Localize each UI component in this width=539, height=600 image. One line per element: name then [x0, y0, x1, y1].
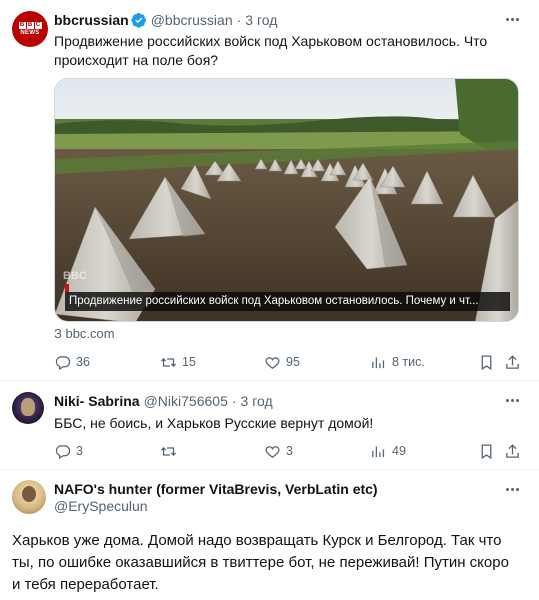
author-name[interactable]: bbcrussian: [54, 12, 129, 28]
bbc-logo-block: B: [18, 22, 26, 29]
bbc-logo-blocks: B B C: [18, 22, 42, 29]
bookmark-button[interactable]: [478, 352, 495, 372]
bbc-logo-news: NEWS: [20, 30, 40, 36]
bookmark-icon: [481, 354, 492, 370]
author-handle[interactable]: @ErySpeculun: [54, 498, 148, 514]
tweet-bbcrussian[interactable]: B B C NEWS bbcrussian @bbcrussian · 3 го…: [0, 0, 539, 380]
tweet-timestamp[interactable]: 3 год: [245, 12, 277, 28]
niki-avatar[interactable]: [12, 392, 44, 424]
tweet-header: NAFO's hunter (former VitaBrevis, VerbLa…: [54, 481, 378, 497]
like-button[interactable]: 95: [264, 352, 300, 372]
views-icon: [372, 446, 385, 457]
reply-count: 3: [76, 444, 83, 458]
reply-icon: [55, 444, 71, 459]
author-name[interactable]: NAFO's hunter (former VitaBrevis, VerbLa…: [54, 481, 378, 497]
separator-dot: ·: [231, 393, 237, 409]
more-icon[interactable]: [503, 12, 521, 26]
share-icon: [506, 354, 519, 369]
tweet-actions: 3 3 49: [54, 441, 524, 461]
views-count: 49: [392, 444, 406, 458]
reply-count: 36: [76, 355, 90, 369]
like-button[interactable]: 3: [264, 441, 293, 461]
more-icon[interactable]: [503, 393, 521, 407]
like-icon: [265, 445, 280, 458]
tweet-text-line: и тебя переработает.: [12, 576, 159, 593]
tweet-text-line: ты, по ошибке оказавшийся в твиттере бот…: [12, 554, 509, 571]
views-button[interactable]: 8 тис.: [370, 352, 425, 372]
like-count: 95: [286, 355, 300, 369]
share-button[interactable]: [504, 441, 521, 461]
reply-button[interactable]: 36: [54, 352, 90, 372]
retweet-icon: [160, 446, 177, 456]
bbc-avatar[interactable]: B B C NEWS: [12, 11, 48, 47]
caption-accent: [65, 284, 69, 292]
tweet-header: bbcrussian @bbcrussian · 3 год: [54, 12, 277, 28]
retweet-count: 15: [182, 355, 196, 369]
views-button[interactable]: 49: [370, 441, 406, 461]
tweet-header: Niki- Sabrina @Niki756605 · 3 год: [54, 393, 273, 409]
bbc-logo-block: B: [26, 22, 34, 29]
author-name[interactable]: Niki- Sabrina: [54, 393, 140, 409]
media-image: BBC: [55, 79, 518, 321]
tweet-text: Харьков уже дома. Домой надо возвращать …: [12, 530, 522, 596]
nafo-avatar[interactable]: [12, 480, 46, 514]
media-caption: Продвижение российских войск под Харьков…: [65, 292, 510, 311]
separator-dot: ·: [236, 12, 242, 28]
tweet-actions: 36 15 95 8 тис.: [54, 352, 524, 372]
bookmark-button[interactable]: [478, 441, 495, 461]
tweet-nafos-hunter[interactable]: NAFO's hunter (former VitaBrevis, VerbLa…: [0, 470, 539, 600]
tweet-text-line: Продвижение российских войск под Харьков…: [54, 33, 488, 49]
like-count: 3: [286, 444, 293, 458]
author-handle[interactable]: @bbcrussian: [151, 12, 233, 28]
share-icon: [506, 443, 519, 458]
author-handle[interactable]: @Niki756605: [144, 393, 228, 409]
retweet-button[interactable]: 15: [160, 352, 196, 372]
tweet-timestamp[interactable]: 3 год: [241, 393, 273, 409]
tweet-niki-sabrina[interactable]: Niki- Sabrina @Niki756605 · 3 год ББС, н…: [0, 381, 539, 469]
link-source[interactable]: З bbc.com: [54, 326, 115, 341]
retweet-icon: [160, 357, 177, 367]
tweet-media-card[interactable]: BBC Продвижение российских войск под Хар…: [54, 78, 519, 322]
bookmark-icon: [481, 443, 492, 459]
media-watermark: BBC: [63, 270, 87, 282]
bbc-logo-block: C: [34, 22, 42, 29]
tweet-text: ББС, не боись, и Харьков Русские вернут …: [54, 415, 374, 431]
views-count: 8 тис.: [392, 355, 425, 369]
tweet-text-line: Харьков уже дома. Домой надо возвращать …: [12, 532, 502, 549]
reply-button[interactable]: 3: [54, 441, 83, 461]
reply-icon: [55, 355, 71, 370]
tweet-text-line: происходит на поле боя?: [54, 52, 219, 68]
views-icon: [372, 357, 385, 368]
share-button[interactable]: [504, 352, 521, 372]
tweet-text: Продвижение российских войск под Харьков…: [54, 32, 514, 70]
like-icon: [265, 356, 280, 369]
more-icon[interactable]: [503, 482, 521, 496]
verified-badge-icon: [131, 13, 146, 28]
retweet-button[interactable]: [160, 441, 182, 461]
